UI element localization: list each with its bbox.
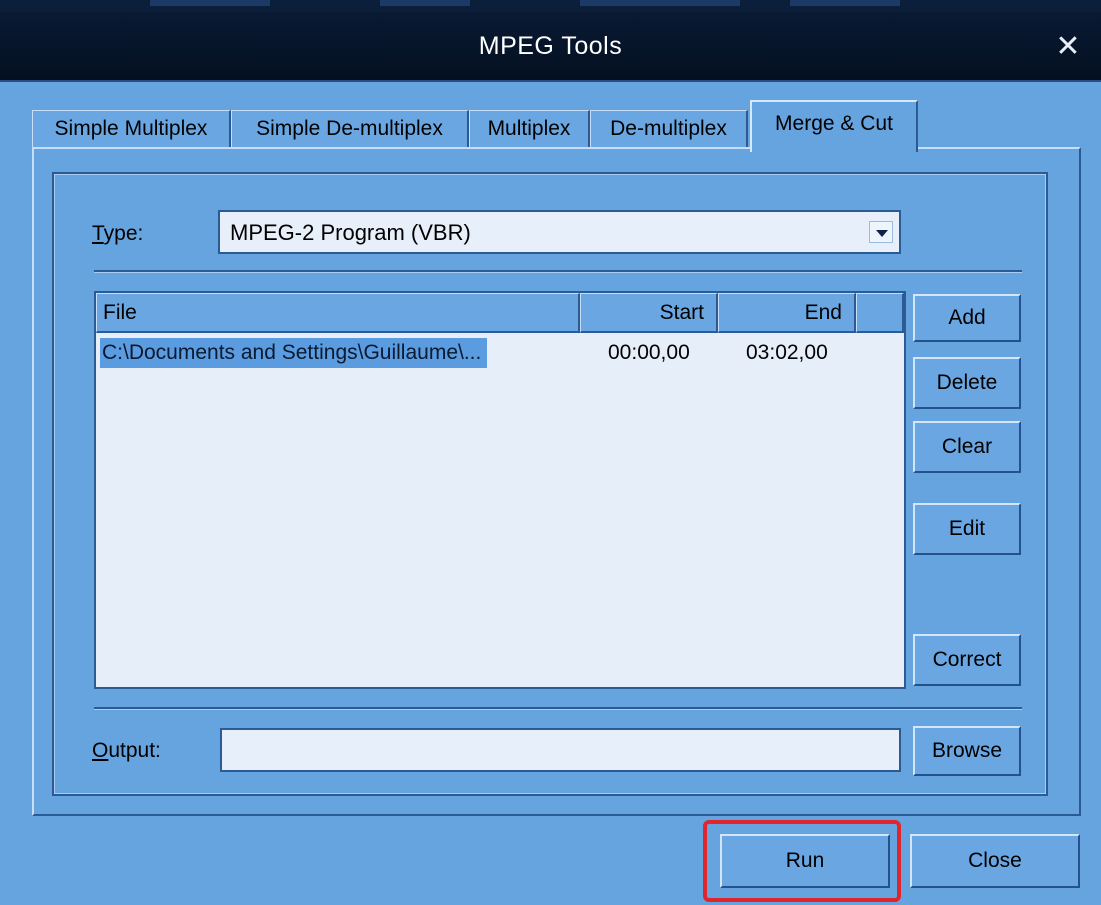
tab-demultiplex[interactable]: De-multiplex: [590, 110, 748, 148]
correct-button[interactable]: Correct: [913, 634, 1021, 686]
column-file[interactable]: File: [96, 293, 580, 333]
close-x-icon[interactable]: ✕: [1051, 30, 1085, 64]
column-end[interactable]: End: [718, 293, 856, 333]
row-start: 00:00,00: [608, 341, 690, 364]
tab-multiplex[interactable]: Multiplex: [469, 110, 590, 148]
tab-simple-demultiplex[interactable]: Simple De-multiplex: [231, 110, 469, 148]
output-label: Output:: [92, 739, 161, 762]
run-highlight-box: [703, 820, 901, 902]
edit-button[interactable]: Edit: [913, 503, 1021, 555]
delete-button[interactable]: Delete: [913, 357, 1021, 409]
row-file: C:\Documents and Settings\Guillaume\...: [100, 338, 488, 368]
type-label: Type:: [92, 222, 144, 245]
table-row[interactable]: C:\Documents and Settings\Guillaume\... …: [96, 338, 904, 370]
background-strip: [0, 0, 1101, 12]
add-button[interactable]: Add: [913, 294, 1021, 342]
tab-simple-multiplex[interactable]: Simple Multiplex: [32, 110, 231, 148]
separator-top: [94, 270, 1022, 273]
window-title: MPEG Tools: [478, 32, 623, 60]
clear-button[interactable]: Clear: [913, 421, 1021, 473]
separator-bottom: [94, 707, 1022, 710]
output-field[interactable]: [220, 728, 901, 772]
title-bar[interactable]: MPEG Tools ✕: [0, 12, 1101, 82]
column-spacer: [856, 293, 904, 333]
file-list[interactable]: File Start End C:\Documents and Settings…: [94, 291, 906, 689]
column-start[interactable]: Start: [580, 293, 718, 333]
browse-button[interactable]: Browse: [913, 726, 1021, 776]
row-end: 03:02,00: [746, 341, 828, 364]
tab-merge-cut[interactable]: Merge & Cut: [750, 100, 918, 152]
chevron-down-icon[interactable]: [869, 221, 893, 243]
type-select-value: MPEG-2 Program (VBR): [230, 220, 471, 245]
close-button[interactable]: Close: [910, 834, 1080, 888]
type-select[interactable]: MPEG-2 Program (VBR): [218, 210, 901, 254]
file-list-header: File Start End: [96, 293, 904, 333]
